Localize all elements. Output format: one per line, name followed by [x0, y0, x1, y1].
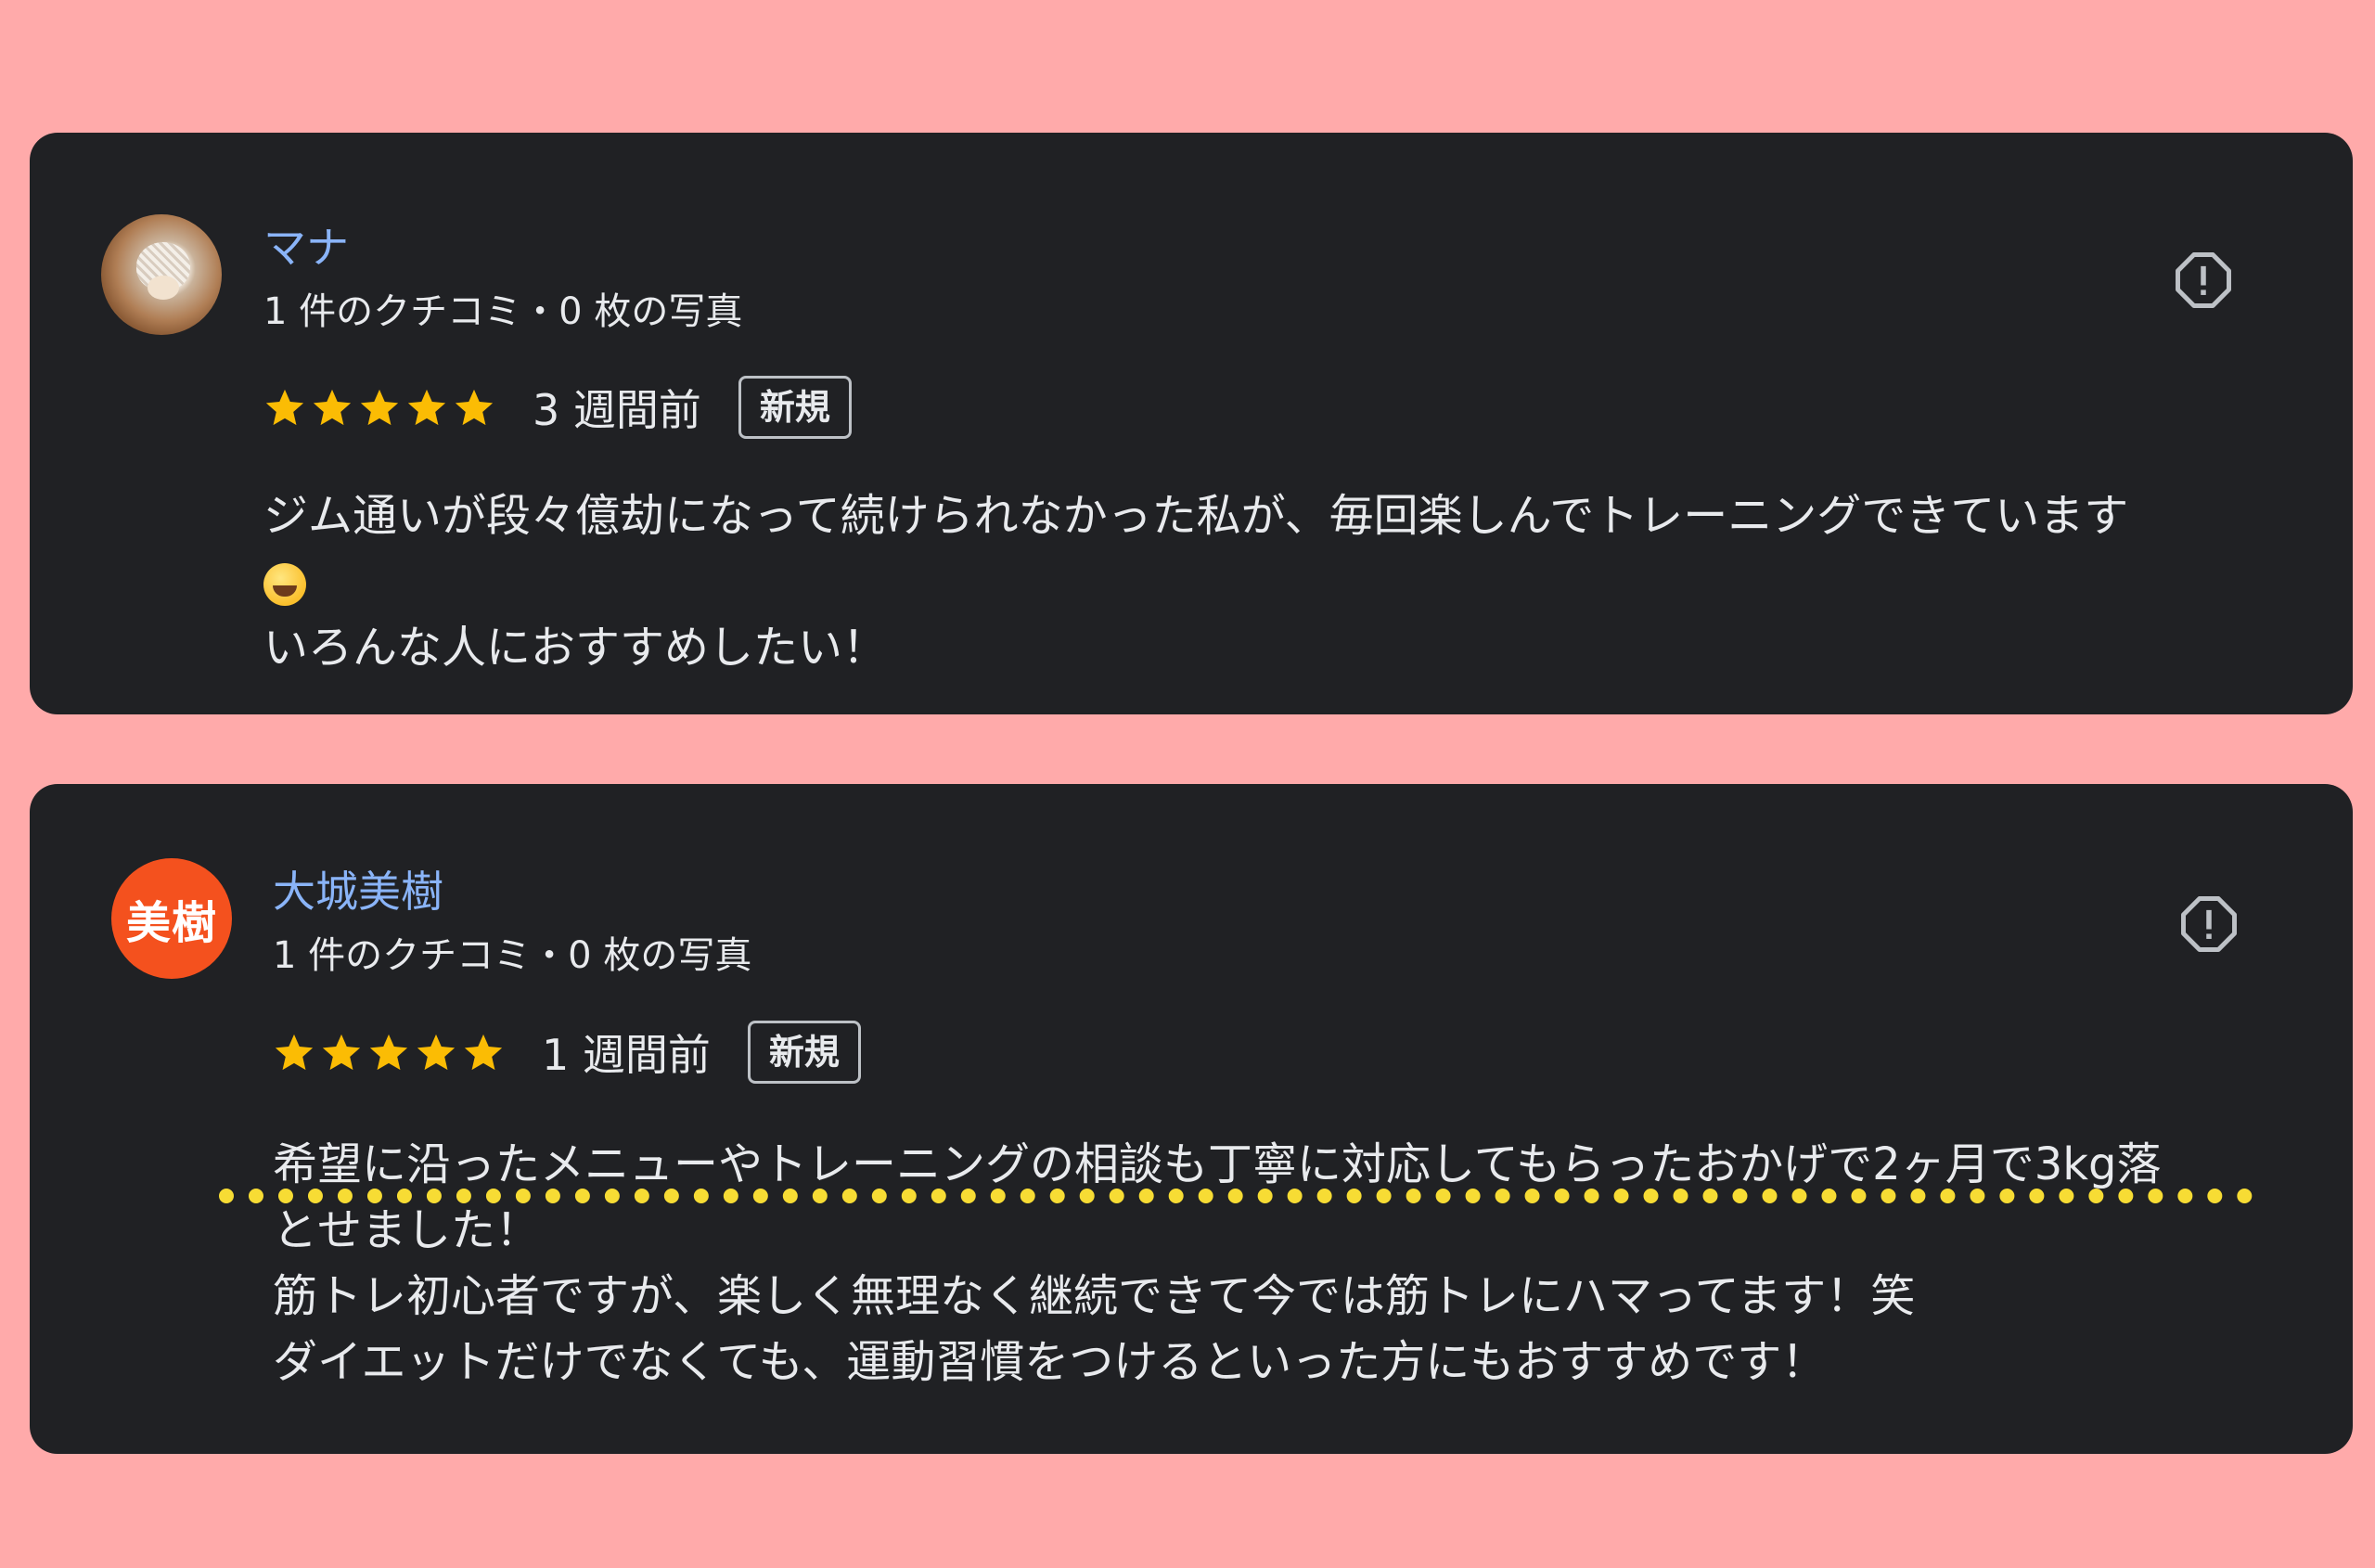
reviewer-name[interactable]: 大城美樹 — [273, 858, 443, 919]
star-icon — [275, 1034, 314, 1071]
review-text-line: 筋トレ初心者ですが、楽しく無理なく継続できて今では筋トレにハマってます！笑 — [273, 1270, 1916, 1322]
review-text-line: ジム通いが段々億劫になって続けられなかった私が、毎回楽しんでトレーニングできてい… — [263, 490, 2129, 542]
star-icon — [369, 1034, 408, 1071]
star-icon — [455, 389, 494, 426]
review-text-line: とせました！ — [273, 1204, 541, 1256]
rating-row: 3 週間前 新規 — [263, 376, 852, 439]
star-icon — [407, 389, 446, 426]
review-time: 3 週間前 — [533, 385, 701, 435]
reviewer-meta: 1 件のクチコミ・0 枚の写真 — [263, 290, 743, 333]
star-rating — [273, 1031, 505, 1073]
rating-row: 1 週間前 新規 — [273, 1021, 861, 1084]
grinning-face-icon — [263, 563, 306, 606]
review-text-line: いろんな人におすすめしたい！ — [263, 622, 888, 674]
highlight-dotted-underline — [219, 1189, 2253, 1203]
star-icon — [417, 1034, 456, 1071]
review-text: ジム通いが段々億劫になって続けられなかった私が、毎回楽しんでトレーニングできてい… — [263, 483, 2375, 681]
star-rating — [263, 386, 495, 429]
reviewer-meta: 1 件のクチコミ・0 枚の写真 — [273, 934, 752, 977]
review-text: 希望に沿ったメニューやトレーニングの相談も丁寧に対応してもらったおかげで2ヶ月で… — [273, 1132, 2375, 1395]
review-card: マナ 1 件のクチコミ・0 枚の写真 3 週間前 新規 ジム通いが段々億劫になっ… — [30, 133, 2353, 714]
star-icon — [360, 389, 399, 426]
review-text-line: ダイエットだけでなくても、運動習慣をつけるといった方にもおすすめです！ — [273, 1336, 1827, 1388]
review-card: 美樹 大城美樹 1 件のクチコミ・0 枚の写真 1 週間前 新規 希望に沿ったメ… — [30, 784, 2353, 1454]
reviewer-name[interactable]: マナ — [263, 214, 349, 276]
star-icon — [322, 1034, 361, 1071]
report-icon[interactable] — [2173, 250, 2234, 311]
star-icon — [464, 1034, 503, 1071]
report-icon[interactable] — [2178, 893, 2240, 955]
review-time: 1 週間前 — [542, 1030, 711, 1080]
avatar[interactable] — [101, 214, 222, 335]
new-badge: 新規 — [738, 376, 852, 439]
star-icon — [313, 389, 352, 426]
avatar[interactable]: 美樹 — [111, 858, 232, 979]
new-badge: 新規 — [747, 1021, 861, 1084]
star-icon — [265, 389, 304, 426]
